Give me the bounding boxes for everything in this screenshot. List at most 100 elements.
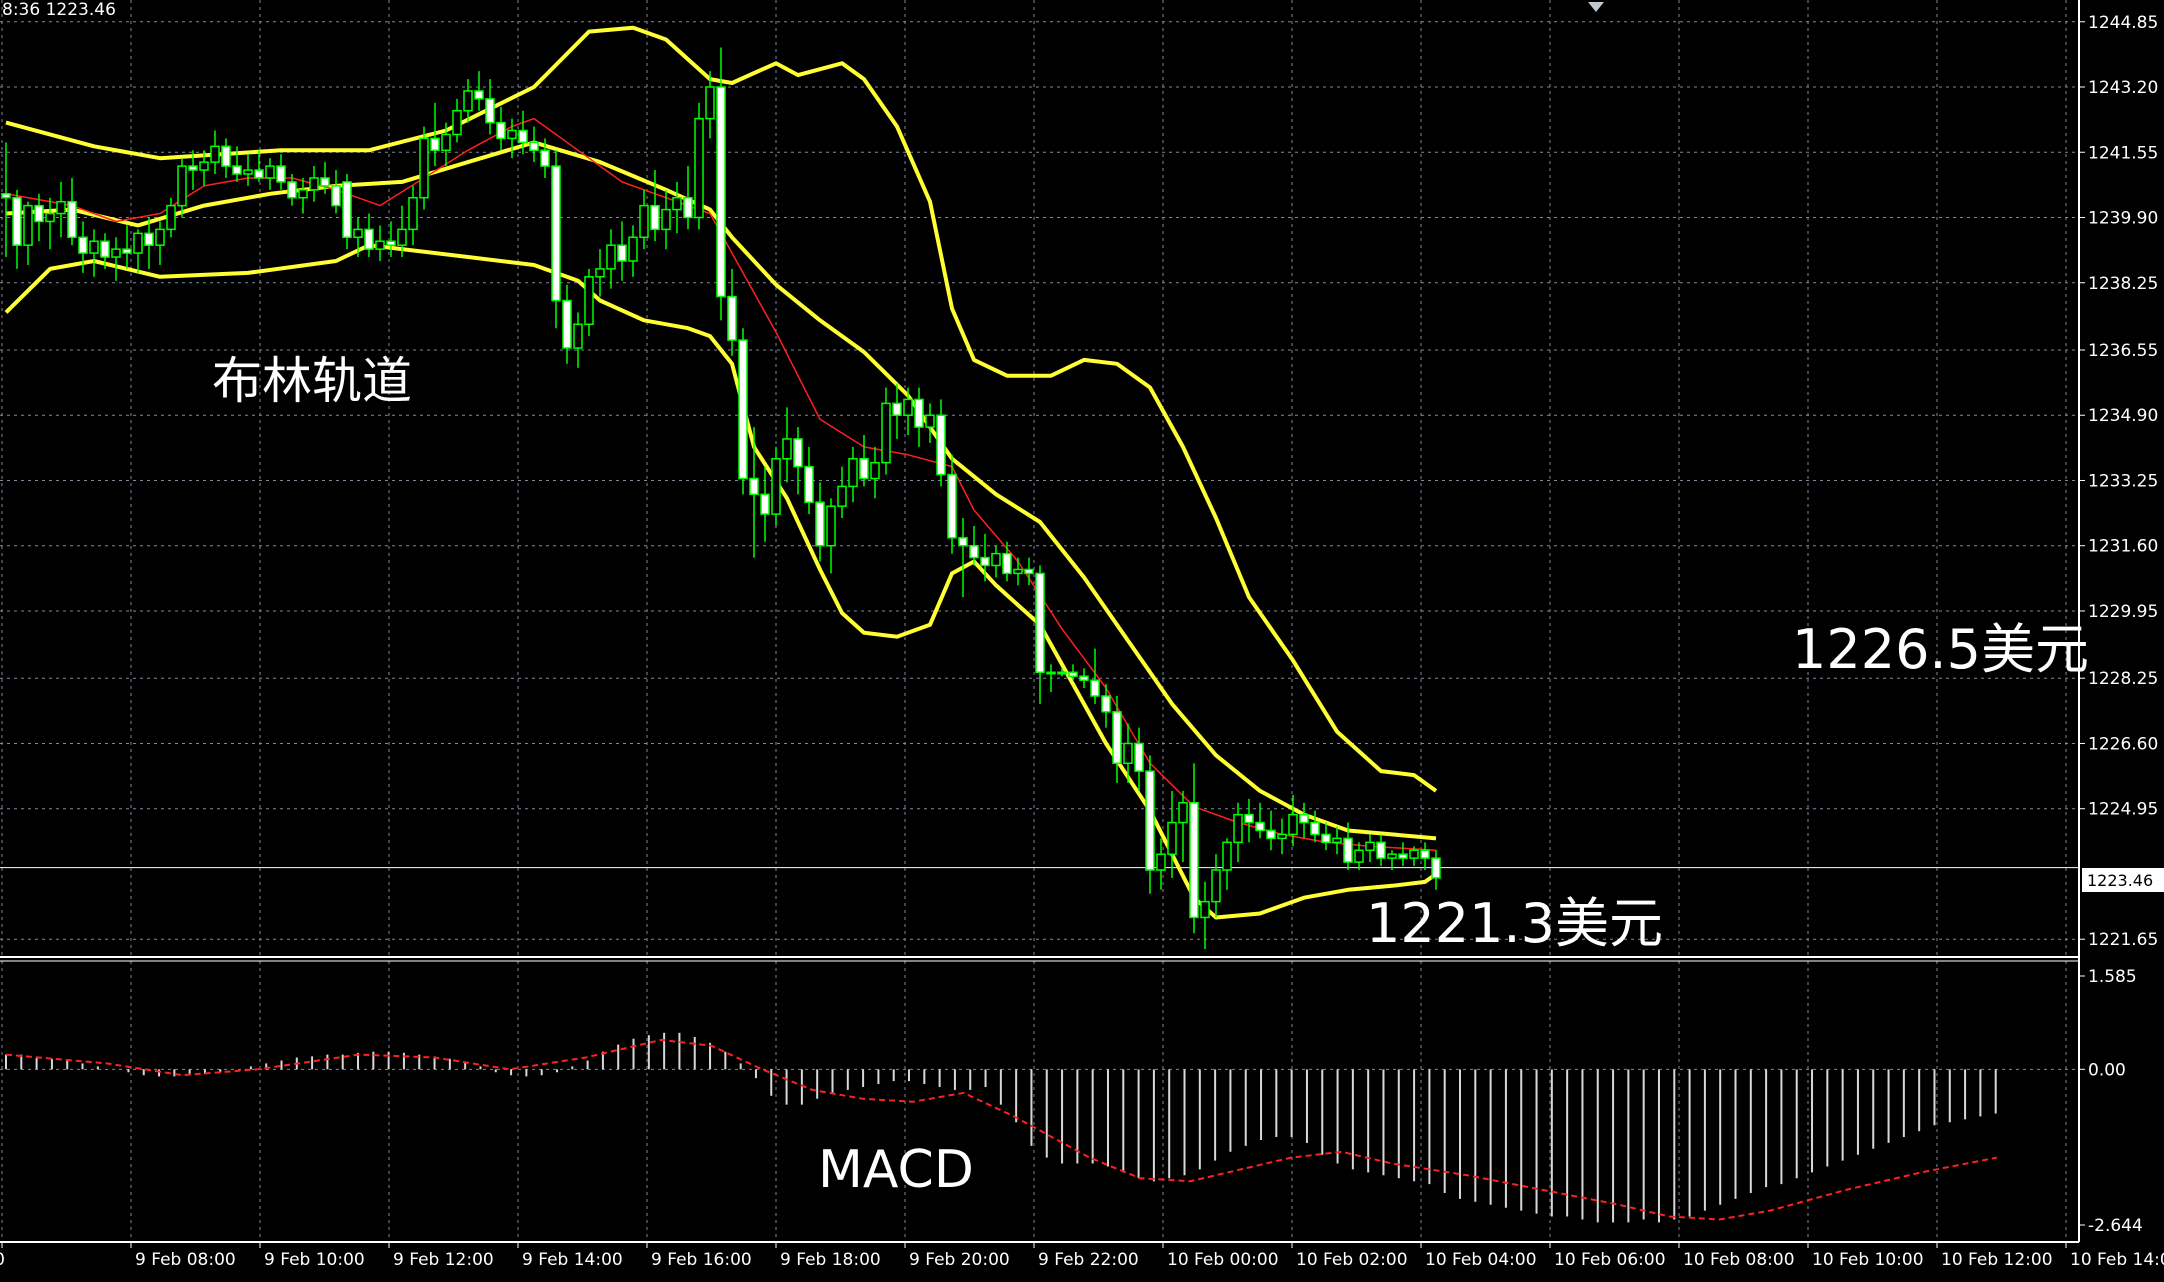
- candle-body-bull: [837, 485, 847, 507]
- time-tick-label: 10 Feb 06:00: [1554, 1250, 1666, 1270]
- candle-body-bear: [650, 204, 660, 231]
- candle-body-bear: [892, 402, 902, 416]
- candle-body-bear: [1068, 671, 1078, 677]
- candle-body-bear: [100, 240, 110, 258]
- candle-body-bear: [958, 537, 968, 547]
- candle-body-bull: [419, 137, 429, 199]
- candle-body-bull: [661, 208, 671, 231]
- time-tick-label: 10 Feb 02:00: [1296, 1250, 1408, 1270]
- candle-body-bull: [210, 145, 220, 163]
- candle-body-bull: [1365, 841, 1375, 851]
- candle-body-bull: [199, 161, 209, 171]
- time-tick-label: 9 Feb 12:00: [393, 1250, 494, 1270]
- candle-body-bull: [639, 204, 649, 239]
- candle-body-bull: [1409, 849, 1419, 859]
- candle-body-bear: [1343, 837, 1353, 863]
- candle-body-bear: [144, 232, 154, 246]
- price-tick-label: 1221.65: [2088, 930, 2158, 950]
- candle-body-bear: [496, 121, 506, 140]
- candle-body-bear: [430, 137, 440, 152]
- price-tick-label: 1243.20: [2088, 78, 2158, 98]
- candle-body-bear: [1145, 770, 1155, 871]
- candle-body-bear: [969, 544, 979, 559]
- time-tick-label: 9 Feb 08:00: [135, 1250, 236, 1270]
- candle-body-bull: [265, 165, 275, 179]
- candle-body-bear: [1255, 821, 1265, 832]
- candle-body-bear: [1, 193, 11, 199]
- candle-body-bull: [1211, 869, 1221, 903]
- price-tick-label: 1239.90: [2088, 209, 2158, 229]
- candle-body-bull: [991, 552, 1001, 567]
- candle-body-bear: [1090, 679, 1100, 697]
- candle-body-bull: [1233, 813, 1243, 844]
- candle-body-bull: [23, 204, 33, 246]
- candle-body-bear: [1376, 841, 1386, 859]
- candle-body-bull: [1387, 853, 1397, 859]
- candle-body-bull: [155, 228, 165, 246]
- price-tick-label: 1241.55: [2088, 143, 2158, 163]
- candle-body-bull: [881, 402, 891, 464]
- price-tick-label: 1244.85: [2088, 13, 2158, 33]
- candle-body-bear: [122, 248, 132, 254]
- candle-body-bull: [1200, 900, 1210, 919]
- candle-body-bear: [936, 414, 946, 476]
- candle-body-bear: [1035, 572, 1045, 674]
- candle-body-bear: [1321, 833, 1331, 844]
- time-tick-label: 10 Feb 00:00: [1167, 1250, 1279, 1270]
- time-tick-label: 10 Feb 12:00: [1941, 1250, 2053, 1270]
- candle-body-bull: [441, 133, 451, 152]
- price-axis: 1244.85 1243.20 1241.55 1239.90 1238.25 1236.…: [2079, 13, 2158, 950]
- candle-body-bear: [529, 141, 539, 152]
- candle-body-bear: [683, 196, 693, 219]
- time-tick-label: 10 Feb 10:00: [1812, 1250, 1924, 1270]
- candle-body-bear: [1112, 711, 1122, 764]
- candle-body-bear: [1244, 813, 1254, 824]
- candle-body-bull: [606, 244, 616, 270]
- price-tick-label: 1226.60: [2088, 734, 2158, 754]
- candle-body-bull: [1013, 568, 1023, 575]
- time-tick-label: 9 Feb 18:00: [780, 1250, 881, 1270]
- candle-body-bear: [287, 181, 297, 199]
- candle-body-bull: [826, 505, 836, 547]
- candle-body-bear: [1189, 802, 1199, 919]
- candle-body-bull: [903, 398, 913, 416]
- candle-body-bear: [793, 438, 803, 468]
- candle-body-bear: [386, 240, 396, 246]
- candle-body-bear: [727, 295, 737, 341]
- candle-body-bull: [1222, 841, 1232, 871]
- price-tick-label: 1231.60: [2088, 537, 2158, 557]
- time-tick-label: 10 Feb 04:00: [1425, 1250, 1537, 1270]
- candle-body-bear: [221, 145, 231, 167]
- candle-body-bear: [1101, 695, 1111, 713]
- candle-body-bull: [1123, 742, 1133, 764]
- candle-body-bear: [254, 169, 264, 179]
- time-tick-label: 9 Feb 16:00: [651, 1250, 752, 1270]
- candle-body-bear: [980, 556, 990, 567]
- candle-body-bull: [628, 236, 638, 262]
- candle-body-bear: [540, 149, 550, 167]
- candle-body-bear: [749, 477, 759, 496]
- candle-body-bull: [870, 461, 880, 480]
- candle-body-bull: [595, 268, 605, 278]
- candle-body-bear: [518, 129, 528, 144]
- price-chart: 1244.85 1243.20 1241.55 1239.90 1238.25 1236.…: [0, 0, 2164, 1282]
- header-label: 8:36 1223.46: [2, 0, 116, 20]
- candle-body-bear: [67, 200, 77, 239]
- candle-body-bull: [177, 165, 187, 207]
- candle-body-bear: [551, 165, 561, 302]
- macd-tick-label: 1.585: [2088, 967, 2137, 987]
- candle-body-bear: [320, 177, 330, 187]
- candle-body-bull: [375, 240, 385, 250]
- candle-body-bull: [111, 248, 121, 258]
- candle-body-bull: [925, 414, 935, 428]
- candle-body-bull: [408, 196, 418, 231]
- candle-body-bull: [133, 232, 143, 254]
- candle-body-bear: [1002, 552, 1012, 575]
- candle-body-bull: [705, 86, 715, 120]
- candle-body-bear: [276, 165, 286, 183]
- candle-body-bear: [78, 236, 88, 254]
- candle-body-bull: [56, 200, 66, 215]
- candle-body-bull: [45, 212, 55, 223]
- candle-body-bear: [1134, 742, 1144, 772]
- lower-value-label: 1221.3美元: [1366, 892, 1663, 955]
